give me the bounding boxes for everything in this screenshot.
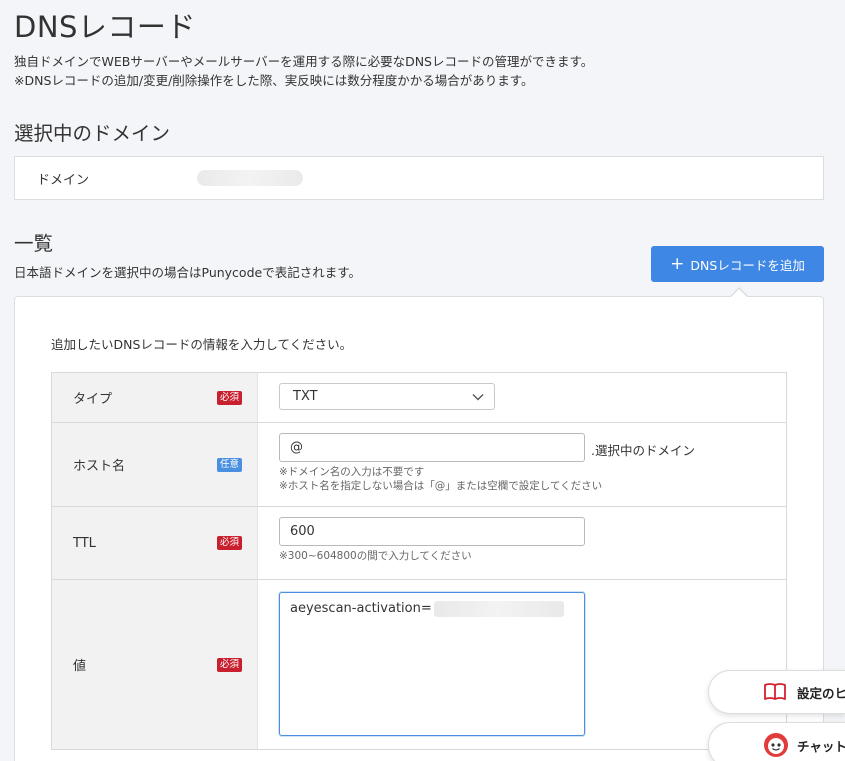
page-description: 独自ドメインでWEBサーバーやメールサーバーを運用する際に必要なDNSレコードの… — [14, 52, 593, 90]
type-selected-value: TXT — [293, 389, 318, 404]
host-label: ホスト名 — [73, 459, 126, 474]
chatbot-face-icon — [764, 733, 788, 757]
type-cell: TXT — [258, 373, 786, 422]
ttl-label: TTL — [73, 535, 96, 551]
ttl-row: TTL 必須 ※300~604800の間で入力してください — [52, 507, 786, 580]
list-title: 一覧 — [14, 232, 54, 255]
description-line-1: 独自ドメインでWEBサーバーやメールサーバーを運用する際に必要なDNSレコードの… — [14, 54, 594, 69]
description-line-2: ※DNSレコードの追加/変更/削除操作をした際、実反映には数分程度かかる場合があ… — [14, 73, 534, 88]
required-badge: 必須 — [217, 536, 243, 550]
ttl-hint: ※300~604800の間で入力してください — [279, 550, 472, 562]
page-title: DNSレコード — [14, 10, 196, 44]
ttl-input[interactable] — [279, 517, 585, 546]
form-intro: 追加したいDNSレコードの情報を入力してください。 — [51, 337, 353, 352]
add-dns-record-label: DNSレコードを追加 — [690, 257, 805, 273]
host-cell: .選択中のドメイン ※ドメイン名の入力は不要です ※ホスト名を指定しない場合は「… — [258, 423, 786, 506]
host-head: ホスト名 任意 — [52, 423, 258, 506]
optional-badge: 任意 — [217, 457, 243, 472]
settings-hint-button[interactable]: 設定のヒ — [708, 670, 845, 714]
chatbot-button[interactable]: チャットボッ — [708, 722, 845, 761]
ttl-cell: ※300~604800の間で入力してください — [258, 507, 786, 579]
host-hint-1: ※ドメイン名の入力は不要です — [279, 466, 425, 478]
host-row: ホスト名 任意 .選択中のドメイン ※ドメイン名の入力は不要です ※ホスト名を指… — [52, 423, 786, 507]
value-textarea[interactable]: aeyescan-activation= — [279, 592, 585, 736]
type-row: タイプ 必須 TXT — [52, 373, 786, 423]
domain-value-redacted — [197, 170, 303, 186]
type-select[interactable]: TXT — [279, 383, 495, 410]
ttl-head: TTL 必須 — [52, 507, 258, 579]
selected-domain-box: ドメイン — [14, 156, 824, 200]
add-dns-record-button[interactable]: + DNSレコードを追加 — [651, 246, 824, 282]
host-hint: ※ドメイン名の入力は不要です ※ホスト名を指定しない場合は「@」または空欄で設定… — [279, 465, 786, 493]
value-label: 値 — [73, 659, 87, 674]
panel-arrow-inner — [730, 289, 748, 298]
value-text: aeyescan-activation= — [290, 601, 432, 616]
type-head: タイプ 必須 — [52, 373, 258, 422]
host-input[interactable] — [279, 433, 585, 462]
value-redacted — [433, 601, 564, 617]
value-cell: aeyescan-activation= — [258, 580, 786, 749]
required-badge: 必須 — [217, 657, 243, 672]
settings-hint-label: 設定のヒ — [797, 685, 845, 701]
record-form-table: タイプ 必須 TXT ホスト名 任意 .選択中のドメイン ※ドメイン名の入力は不… — [51, 372, 787, 750]
value-head: 値 必須 — [52, 580, 258, 749]
selected-domain-title: 選択中のドメイン — [14, 122, 171, 145]
chatbot-label: チャットボッ — [797, 738, 845, 754]
punycode-note: 日本語ドメインを選択中の場合はPunycodeで表記されます。 — [14, 265, 361, 280]
book-icon — [764, 683, 786, 700]
plus-icon: + — [670, 253, 685, 274]
chevron-down-icon — [472, 393, 484, 400]
host-suffix: .選択中のドメイン — [591, 443, 695, 458]
domain-label: ドメイン — [37, 172, 90, 188]
type-label: タイプ — [73, 392, 113, 407]
required-badge: 必須 — [217, 390, 243, 405]
host-hint-2: ※ホスト名を指定しない場合は「@」または空欄で設定してください — [279, 480, 603, 492]
value-row: 値 必須 aeyescan-activation= — [52, 580, 786, 750]
